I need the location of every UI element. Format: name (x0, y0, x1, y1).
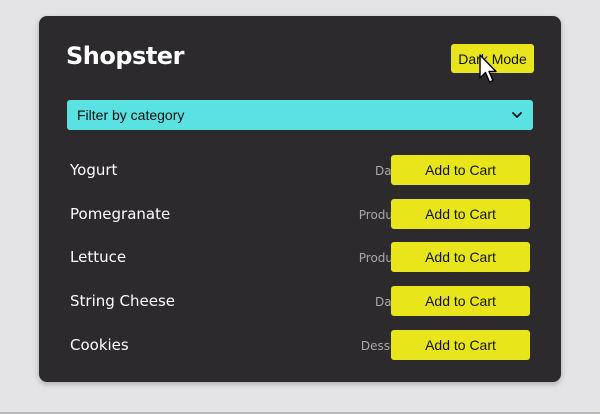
product-name: Yogurt (70, 161, 118, 179)
shop-card: Shopster Dark Mode Filter by category Yo… (39, 16, 561, 382)
product-name: String Cheese (70, 292, 176, 311)
add-to-cart-button[interactable]: Add to Cart (391, 198, 530, 229)
dark-mode-button[interactable]: Dark Mode (451, 44, 534, 73)
product-name: Pomegranate (70, 204, 171, 223)
add-to-cart-button[interactable]: Add to Cart (391, 242, 530, 273)
add-to-cart-button[interactable]: Add to Cart (391, 329, 530, 360)
list-item: Pomegranate Produce Add to Cart (70, 198, 530, 229)
add-to-cart-button[interactable]: Add to Cart (391, 155, 530, 185)
chevron-down-icon (511, 109, 523, 121)
app-title: Shopster (66, 42, 184, 70)
add-to-cart-button[interactable]: Add to Cart (391, 286, 530, 317)
list-item: Cookies Dessert Add to Cart (70, 329, 530, 360)
product-name: Lettuce (70, 248, 127, 267)
list-item: String Cheese Dairy Add to Cart (70, 286, 530, 317)
product-list: Yogurt Dairy Add to Cart Pomegranate Pro… (70, 155, 530, 373)
filter-selected-value: Filter by category (77, 107, 185, 123)
list-item: Lettuce Produce Add to Cart (70, 242, 530, 273)
list-item: Yogurt Dairy Add to Cart (70, 155, 530, 185)
category-filter-select[interactable]: Filter by category (67, 100, 533, 130)
product-name: Cookies (70, 335, 129, 354)
